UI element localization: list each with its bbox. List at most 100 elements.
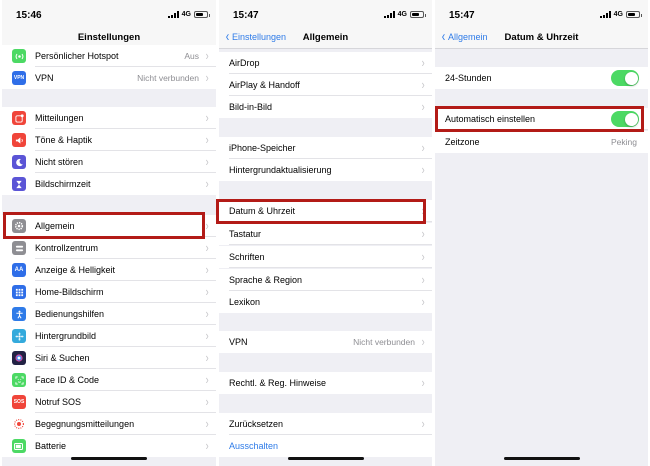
settings-row-battery[interactable]: Batterie ›: [2, 435, 216, 457]
siri-icon: [12, 351, 26, 365]
chevron-right-icon: ›: [421, 272, 425, 287]
settings-row-home-screen[interactable]: Home-Bildschirm ›: [2, 281, 216, 303]
general-row-date-time[interactable]: Datum & Uhrzeit ›: [219, 200, 432, 222]
chevron-right-icon: ›: [205, 394, 209, 409]
row-label: Notruf SOS: [35, 397, 82, 407]
general-row-legal[interactable]: Rechtl. & Reg. Hinweise ›: [219, 372, 432, 394]
row-label: Zurücksetzen: [229, 419, 284, 429]
row-label: AirDrop: [229, 58, 260, 68]
row-label: AirPlay & Handoff: [229, 80, 300, 90]
row-value: Nicht verbunden: [353, 337, 415, 347]
home-indicator[interactable]: [71, 457, 147, 460]
general-row-airplay[interactable]: AirPlay & Handoff ›: [219, 74, 432, 96]
exposure-icon: [12, 417, 26, 431]
accessibility-icon: [12, 307, 26, 321]
general-row-shutdown[interactable]: Ausschalten: [219, 435, 432, 457]
general-row-vpn[interactable]: VPN Nicht verbunden ›: [219, 331, 432, 353]
gear-icon: [12, 219, 26, 233]
chevron-right-icon: ›: [421, 203, 425, 218]
chevron-right-icon: ›: [421, 249, 425, 264]
chevron-right-icon: ›: [205, 110, 209, 125]
general-row-dictionary[interactable]: Lexikon ›: [219, 291, 432, 313]
settings-row-display[interactable]: AA Anzeige & Helligkeit ›: [2, 259, 216, 281]
chevron-right-icon: ›: [205, 284, 209, 299]
settings-row-sounds[interactable]: Töne & Haptik ›: [2, 129, 216, 151]
chevron-right-icon: ›: [421, 294, 425, 309]
chevron-right-icon: ›: [205, 372, 209, 387]
date-time-row-24h: 24-Stunden: [435, 67, 648, 89]
status-time: 15:47: [233, 10, 259, 21]
settings-row-vpn[interactable]: VPN VPN Nicht verbunden ›: [2, 67, 216, 89]
chevron-right-icon: ›: [421, 416, 425, 431]
nav-bar: ‹ Allgemein Datum & Uhrzeit: [435, 27, 648, 49]
row-label: Datum & Uhrzeit: [229, 206, 296, 216]
shutdown-button[interactable]: Ausschalten: [229, 441, 278, 451]
sounds-icon: [12, 133, 26, 147]
general-row-background-refresh[interactable]: Hintergrundaktualisierung ›: [219, 159, 432, 181]
status-bar: 15:46 4G: [2, 0, 216, 27]
chevron-right-icon: ›: [421, 77, 425, 92]
row-label: Bildschirmzeit: [35, 179, 91, 189]
row-label: 24-Stunden: [445, 73, 492, 83]
signal-icon: [383, 11, 395, 18]
row-label: Bild-in-Bild: [229, 102, 273, 112]
row-label: Hintergrundaktualisierung: [229, 165, 332, 175]
row-label: Mitteilungen: [35, 113, 84, 123]
chevron-right-icon: ›: [205, 306, 209, 321]
row-label: Batterie: [35, 441, 67, 451]
notifications-icon: [12, 111, 26, 125]
battery-status-icon: [626, 11, 642, 18]
date-time-screen: 15:47 4G ‹ Allgemein Datum & Uhrzeit 24-S…: [435, 0, 648, 466]
chevron-right-icon: ›: [205, 350, 209, 365]
chevron-right-icon: ›: [205, 262, 209, 277]
chevron-right-icon: ›: [205, 176, 209, 191]
network-label: 4G: [397, 11, 407, 18]
row-label: Hintergrundbild: [35, 331, 97, 341]
chevron-right-icon: ›: [421, 55, 425, 70]
row-label: Begegnungsmitteilungen: [35, 419, 135, 429]
control-center-icon: [12, 241, 26, 255]
settings-row-hotspot[interactable]: Persönlicher Hotspot Aus ›: [2, 45, 216, 67]
general-row-storage[interactable]: iPhone-Speicher ›: [219, 137, 432, 159]
settings-row-do-not-disturb[interactable]: Nicht stören ›: [2, 151, 216, 173]
sos-icon: SOS: [12, 395, 26, 409]
settings-row-control-center[interactable]: Kontrollzentrum ›: [2, 237, 216, 259]
settings-row-wallpaper[interactable]: Hintergrundbild ›: [2, 325, 216, 347]
settings-row-general[interactable]: Allgemein ›: [2, 215, 216, 237]
settings-row-face-id[interactable]: Face ID & Code ›: [2, 369, 216, 391]
settings-row-exposure[interactable]: Begegnungsmitteilungen ›: [2, 413, 216, 435]
chevron-right-icon: ›: [205, 218, 209, 233]
chevron-right-icon: ›: [421, 334, 425, 349]
general-row-pip[interactable]: Bild-in-Bild ›: [219, 96, 432, 118]
settings-row-siri[interactable]: Siri & Suchen ›: [2, 347, 216, 369]
date-time-row-timezone[interactable]: Zeitzone Peking: [435, 131, 648, 153]
home-indicator[interactable]: [503, 457, 580, 460]
24h-toggle[interactable]: [611, 70, 639, 86]
chevron-right-icon: ›: [205, 438, 209, 453]
status-indicators: 4G: [599, 11, 642, 18]
date-time-row-auto: Automatisch einstellen: [435, 108, 648, 130]
settings-row-screen-time[interactable]: Bildschirmzeit ›: [2, 173, 216, 195]
chevron-right-icon: ›: [205, 240, 209, 255]
home-indicator[interactable]: [287, 457, 364, 460]
general-row-airdrop[interactable]: AirDrop ›: [219, 52, 432, 74]
signal-icon: [599, 11, 611, 18]
settings-row-emergency-sos[interactable]: SOS Notruf SOS ›: [2, 391, 216, 413]
network-label: 4G: [181, 11, 191, 18]
auto-set-toggle[interactable]: [611, 111, 639, 127]
row-label: Rechtl. & Reg. Hinweise: [229, 378, 327, 388]
row-label: Bedienungshilfen: [35, 309, 105, 319]
chevron-right-icon: ›: [205, 70, 209, 85]
general-row-fonts[interactable]: Schriften ›: [219, 246, 432, 268]
row-label: Persönlicher Hotspot: [35, 51, 119, 61]
settings-row-accessibility[interactable]: Bedienungshilfen ›: [2, 303, 216, 325]
general-row-keyboard[interactable]: Tastatur ›: [219, 223, 432, 245]
moon-icon: [12, 155, 26, 169]
settings-row-notifications[interactable]: Mitteilungen ›: [2, 107, 216, 129]
hotspot-icon: [12, 49, 26, 63]
general-row-reset[interactable]: Zurücksetzen ›: [219, 413, 432, 435]
row-label: VPN: [229, 337, 248, 347]
general-row-language-region[interactable]: Sprache & Region ›: [219, 269, 432, 291]
status-indicators: 4G: [383, 11, 426, 18]
general-screen: 15:47 4G ‹ Einstellungen Allgemein AirDro…: [219, 0, 432, 466]
